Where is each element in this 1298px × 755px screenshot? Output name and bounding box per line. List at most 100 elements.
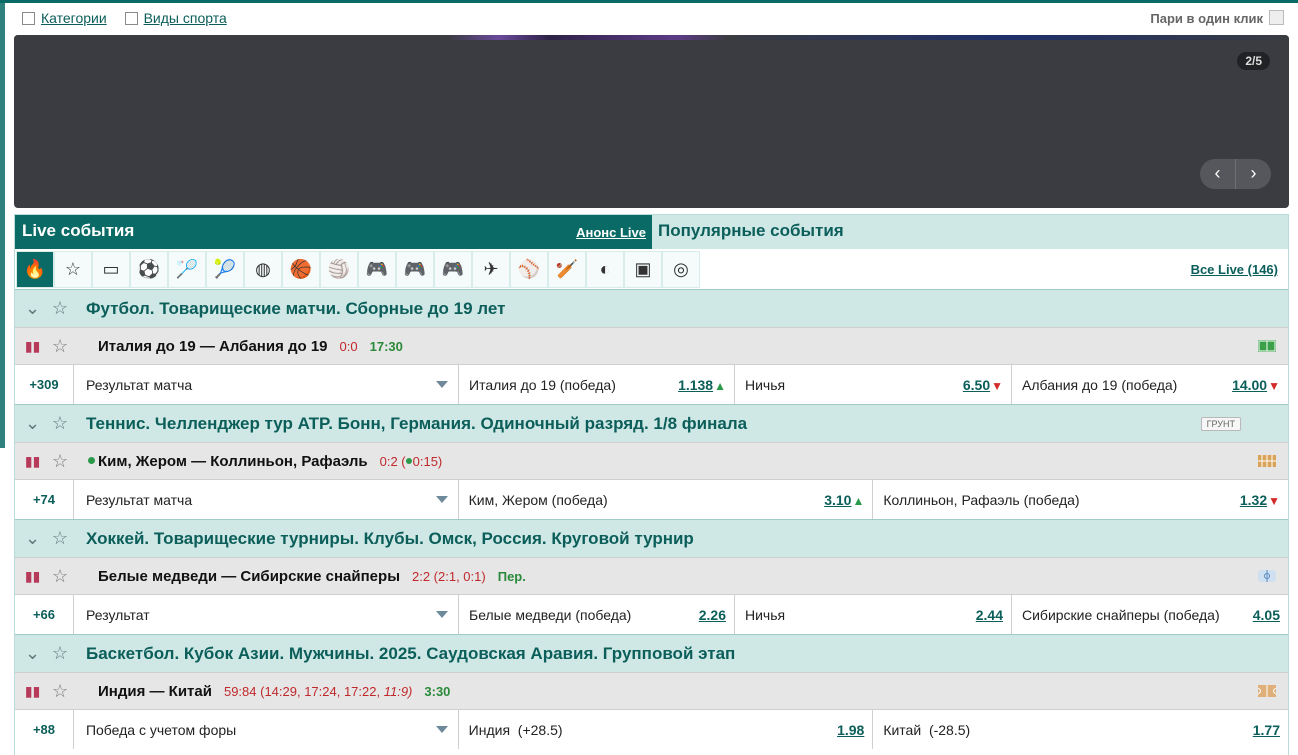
basketball-court-icon bbox=[1258, 685, 1276, 697]
stats-icon[interactable]: ▮▮ bbox=[25, 453, 40, 470]
odd-cell[interactable]: Ничья 2.44 bbox=[735, 595, 1012, 634]
market-select[interactable]: Результат bbox=[74, 595, 459, 634]
promo-banner[interactable]: 2/5 ‹ › bbox=[14, 35, 1289, 208]
futsal-icon[interactable]: ▣ bbox=[624, 251, 662, 288]
filter-row: Категории Виды спорта Пари в один клик bbox=[22, 10, 1284, 32]
table-tennis-icon[interactable]: ◎ bbox=[662, 251, 700, 288]
hockey-icon[interactable]: ◍ bbox=[244, 251, 282, 288]
odd-value[interactable]: 2.26 bbox=[699, 607, 726, 623]
match-score: 0:0 bbox=[339, 338, 358, 354]
match-name[interactable]: Ким, Жером — Коллиньон, Рафаэль bbox=[74, 453, 368, 470]
categories-link[interactable]: Категории bbox=[41, 10, 107, 26]
odd-cell[interactable]: Белые медведи (победа) 2.26 bbox=[459, 595, 735, 634]
odd-value[interactable]: 4.05 bbox=[1253, 607, 1280, 623]
volleyball-icon[interactable]: 🏐 bbox=[320, 251, 358, 288]
match-time: 3:30 bbox=[424, 683, 451, 699]
tab-popular[interactable]: Популярные события bbox=[658, 221, 844, 241]
odd-value[interactable]: 14.00 bbox=[1232, 377, 1267, 393]
match-row[interactable]: ▮▮ ☆ Ким, Жером — Коллиньон, Рафаэль 0:2 … bbox=[15, 442, 1288, 479]
odd-value[interactable]: 6.50 bbox=[963, 377, 990, 393]
stats-icon[interactable]: ▮▮ bbox=[25, 568, 40, 585]
league-title[interactable]: Теннис. Челленджер тур ATP. Бонн, Герман… bbox=[74, 414, 747, 434]
badminton-icon[interactable]: 🏸 bbox=[168, 251, 206, 288]
odd-value[interactable]: 1.77 bbox=[1253, 722, 1280, 738]
favorite-star-icon[interactable]: ☆ bbox=[52, 681, 68, 702]
league-header[interactable]: ⌄ ☆ Хоккей. Товарищеские турниры. Клубы. … bbox=[15, 519, 1288, 557]
favorite-star-icon[interactable]: ☆ bbox=[52, 336, 68, 357]
match-row[interactable]: ▮▮ ☆ Индия — Китай 59:84 (14:29, 17:24, 1… bbox=[15, 672, 1288, 709]
baseball-icon[interactable]: ⚾ bbox=[510, 251, 548, 288]
all-live-link[interactable]: Все Live (146) bbox=[1191, 262, 1278, 277]
sports-link[interactable]: Виды спорта bbox=[144, 10, 227, 26]
match-row[interactable]: ▮▮ ☆ Италия до 19 — Албания до 19 0:0 17:… bbox=[15, 327, 1288, 364]
market-select[interactable]: Результат матча bbox=[74, 365, 459, 404]
esports-icon[interactable]: 🎮 bbox=[358, 251, 396, 288]
darts-icon[interactable]: ✈ bbox=[472, 251, 510, 288]
favorite-star-icon[interactable]: ☆ bbox=[52, 413, 68, 434]
market-select[interactable]: Победа с учетом форы bbox=[74, 710, 459, 749]
more-markets-count[interactable]: +74 bbox=[15, 480, 74, 519]
fire-icon[interactable]: 🔥 bbox=[16, 251, 54, 288]
tab-live[interactable]: Live события Анонс Live bbox=[15, 215, 652, 249]
banner-prev-button[interactable]: ‹ bbox=[1200, 159, 1236, 189]
odd-cell[interactable]: Италия до 19 (победа) 1.138▲ bbox=[459, 365, 735, 404]
favorite-star-icon[interactable]: ☆ bbox=[52, 643, 68, 664]
categories-checkbox[interactable] bbox=[22, 12, 35, 25]
league-header[interactable]: ⌄ ☆ Баскетбол. Кубок Азии. Мужчины. 2025.… bbox=[15, 634, 1288, 672]
football-field-icon bbox=[1258, 340, 1276, 352]
market-select[interactable]: Результат матча bbox=[74, 480, 459, 519]
league-title[interactable]: Футбол. Товарищеские матчи. Сборные до 1… bbox=[74, 299, 505, 319]
odd-cell[interactable]: Индия (+28.5) 1.98 bbox=[459, 710, 874, 749]
banner-next-button[interactable]: › bbox=[1236, 159, 1271, 189]
league-header[interactable]: ⌄ ☆ Футбол. Товарищеские матчи. Сборные д… bbox=[15, 289, 1288, 327]
chevron-down-icon[interactable]: ⌄ bbox=[25, 643, 40, 664]
match-name[interactable]: Италия до 19 — Албания до 19 bbox=[74, 338, 328, 355]
odd-value[interactable]: 1.32 bbox=[1240, 492, 1267, 508]
more-markets-count[interactable]: +66 bbox=[15, 595, 74, 634]
esports-3-icon[interactable]: 🎮 bbox=[434, 251, 472, 288]
match-controls: ▮▮ ☆ bbox=[15, 451, 74, 472]
tennis-icon[interactable]: 🎾 bbox=[206, 251, 244, 288]
video-icon[interactable]: ▭ bbox=[92, 251, 130, 288]
odd-value[interactable]: 1.138 bbox=[678, 377, 713, 393]
announce-live-link[interactable]: Анонс Live bbox=[576, 225, 646, 240]
chevron-down-icon[interactable]: ⌄ bbox=[25, 413, 40, 434]
favorite-star-icon[interactable]: ☆ bbox=[52, 451, 68, 472]
esports-2-icon[interactable]: 🎮 bbox=[396, 251, 434, 288]
favorite-star-icon[interactable]: ☆ bbox=[52, 528, 68, 549]
sports-checkbox[interactable] bbox=[124, 12, 138, 25]
odds-row: +88 Победа с учетом форы Индия (+28.5) 1.… bbox=[15, 709, 1288, 749]
odd-cell[interactable]: Коллиньон, Рафаэль (победа) 1.32▼ bbox=[873, 480, 1288, 519]
odd-value[interactable]: 2.44 bbox=[976, 607, 1003, 623]
chevron-down-icon[interactable]: ⌄ bbox=[25, 298, 40, 319]
favorite-star-icon[interactable]: ☆ bbox=[52, 298, 68, 319]
match-row[interactable]: ▮▮ ☆ Белые медведи — Сибирские снайперы 2… bbox=[15, 557, 1288, 594]
league-title[interactable]: Баскетбол. Кубок Азии. Мужчины. 2025. Са… bbox=[74, 644, 735, 664]
tab-live-label: Live события bbox=[22, 221, 135, 240]
odd-cell[interactable]: Сибирские снайперы (победа) 4.05 bbox=[1012, 595, 1288, 634]
odd-cell[interactable]: Ким, Жером (победа) 3.10▲ bbox=[459, 480, 874, 519]
league-header[interactable]: ⌄ ☆ Теннис. Челленджер тур ATP. Бонн, Гер… bbox=[15, 404, 1288, 442]
beach-volleyball-icon[interactable]: ◐ bbox=[586, 251, 624, 288]
football-icon[interactable]: ⚽ bbox=[130, 251, 168, 288]
league-title[interactable]: Хоккей. Товарищеские турниры. Клубы. Омс… bbox=[74, 529, 694, 549]
more-markets-count[interactable]: +88 bbox=[15, 710, 74, 749]
stats-icon[interactable]: ▮▮ bbox=[25, 338, 40, 355]
odd-value[interactable]: 1.98 bbox=[837, 722, 864, 738]
more-markets-count[interactable]: +309 bbox=[15, 365, 74, 404]
match-name[interactable]: Белые медведи — Сибирские снайперы bbox=[74, 568, 400, 585]
favorite-star-icon[interactable]: ☆ bbox=[52, 566, 68, 587]
one-click-checkbox[interactable] bbox=[1269, 10, 1284, 25]
odd-cell[interactable]: Ничья 6.50▼ bbox=[735, 365, 1012, 404]
cricket-icon[interactable]: 🏏 bbox=[548, 251, 586, 288]
dropdown-arrow-icon bbox=[435, 496, 448, 503]
odd-value[interactable]: 3.10 bbox=[824, 492, 851, 508]
odd-cell[interactable]: Китай (-28.5) 1.77 bbox=[873, 710, 1288, 749]
odd-label: Индия (+28.5) bbox=[468, 721, 563, 738]
star-icon[interactable]: ☆ bbox=[54, 251, 92, 288]
match-name[interactable]: Индия — Китай bbox=[74, 683, 212, 700]
basketball-icon[interactable]: 🏀 bbox=[282, 251, 320, 288]
stats-icon[interactable]: ▮▮ bbox=[25, 683, 40, 700]
odd-cell[interactable]: Албания до 19 (победа) 14.00▼ bbox=[1012, 365, 1288, 404]
chevron-down-icon[interactable]: ⌄ bbox=[25, 528, 40, 549]
